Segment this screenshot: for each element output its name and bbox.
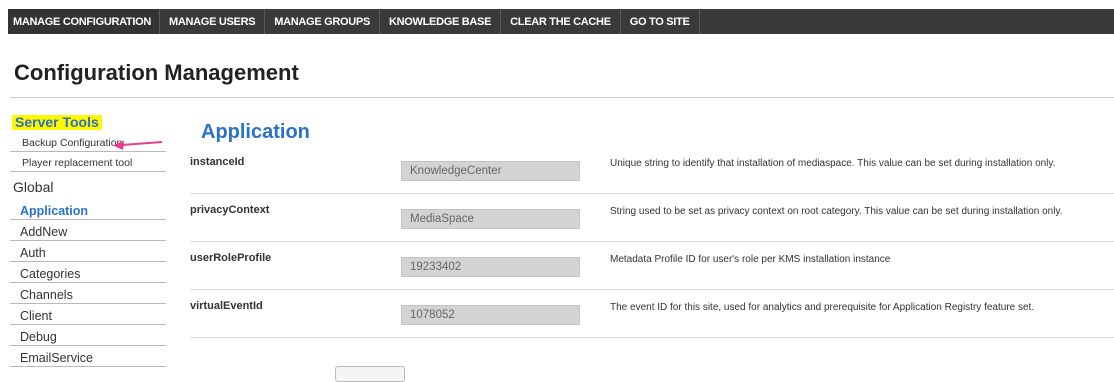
nav-go-to-site[interactable]: GO TO SITE <box>621 9 700 34</box>
player-replacement-tool-link[interactable]: Player replacement tool <box>10 155 166 172</box>
config-row-instanceid: instanceId Unique string to identify tha… <box>190 146 1114 194</box>
server-tools-heading: Server Tools <box>12 115 102 130</box>
nav-manage-users[interactable]: MANAGE USERS <box>160 9 266 34</box>
field-label: privacyContext <box>190 204 270 216</box>
sidebar-item-categories[interactable]: Categories <box>10 266 166 283</box>
top-nav-bar: MANAGE CONFIGURATION MANAGE USERS MANAGE… <box>8 9 1114 34</box>
field-description: String used to be set as privacy context… <box>610 206 1063 217</box>
save-button[interactable] <box>335 366 405 382</box>
field-label: userRoleProfile <box>190 252 272 264</box>
field-description: The event ID for this site, used for ana… <box>610 302 1035 313</box>
section-title: Application <box>201 121 310 143</box>
config-row-userroleprofile: userRoleProfile Metadata Profile ID for … <box>190 242 1114 290</box>
nav-manage-groups[interactable]: MANAGE GROUPS <box>265 9 380 34</box>
sidebar-item-debug[interactable]: Debug <box>10 329 166 346</box>
privacycontext-input[interactable] <box>401 209 580 229</box>
field-description: Metadata Profile ID for user's role per … <box>610 254 891 265</box>
nav-knowledge-base[interactable]: KNOWLEDGE BASE <box>380 9 502 34</box>
virtualeventid-input[interactable] <box>401 305 580 325</box>
config-row-virtualeventid: virtualEventId The event ID for this sit… <box>190 290 1114 338</box>
config-row-privacycontext: privacyContext String used to be set as … <box>190 194 1114 242</box>
global-heading: Global <box>13 179 54 195</box>
pink-arrow-icon <box>113 140 163 150</box>
field-description: Unique string to identify that installat… <box>610 158 1056 169</box>
field-label: virtualEventId <box>190 300 263 312</box>
userroleprofile-input[interactable] <box>401 257 580 277</box>
field-label: instanceId <box>190 156 245 168</box>
sidebar-item-emailservice[interactable]: EmailService <box>10 350 166 367</box>
page-title: Configuration Management <box>14 60 299 85</box>
sidebar-item-auth[interactable]: Auth <box>10 245 166 262</box>
nav-clear-the-cache[interactable]: CLEAR THE CACHE <box>501 9 621 34</box>
sidebar-item-addnew[interactable]: AddNew <box>10 224 166 241</box>
title-divider <box>10 97 1114 98</box>
sidebar-item-client[interactable]: Client <box>10 308 166 325</box>
sidebar-item-channels[interactable]: Channels <box>10 287 166 304</box>
nav-manage-configuration[interactable]: MANAGE CONFIGURATION <box>8 9 161 34</box>
instanceid-input[interactable] <box>401 161 580 181</box>
sidebar-item-application[interactable]: Application <box>10 203 166 220</box>
